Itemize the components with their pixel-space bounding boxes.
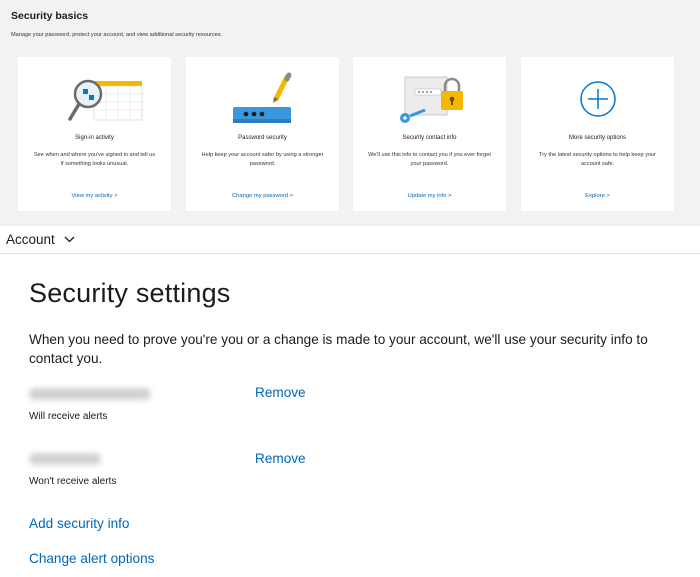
explore-link[interactable]: Explore > bbox=[521, 193, 674, 199]
update-my-info-link[interactable]: Update my info > bbox=[353, 193, 506, 199]
plus-circle-icon bbox=[580, 81, 616, 117]
view-my-activity-link[interactable]: View my activity > bbox=[18, 193, 171, 199]
card-more-security-options: More security options Try the latest sec… bbox=[521, 57, 674, 211]
security-basics-title: Security basics bbox=[11, 10, 89, 22]
card-title: Security contact info bbox=[402, 135, 457, 141]
magnifier-calendar-illustration bbox=[68, 79, 143, 121]
page-title: Security settings bbox=[29, 278, 231, 308]
card-description: Help keep your account safer by using a … bbox=[201, 152, 324, 167]
change-my-password-link[interactable]: Change my password > bbox=[186, 193, 339, 199]
change-alert-options-link[interactable]: Change alert options bbox=[29, 551, 154, 566]
card-title: Password security bbox=[238, 135, 287, 141]
card-description: We'll use this info to contact you if yo… bbox=[368, 152, 491, 167]
password-pen-illustration bbox=[233, 72, 292, 123]
redacted-email bbox=[29, 388, 151, 400]
intro-text: When you need to prove you're you or a c… bbox=[29, 332, 648, 366]
card-password-security: Password security Help keep your account… bbox=[186, 57, 339, 211]
card-title: Sign-in activity bbox=[75, 135, 114, 141]
chevron-down-icon bbox=[64, 236, 75, 243]
security-basics-panel: Security basics Manage your password, pr… bbox=[0, 0, 700, 226]
divider bbox=[0, 253, 700, 254]
remove-email-button[interactable]: Remove bbox=[255, 385, 306, 400]
alert-status-email: Will receive alerts bbox=[29, 411, 108, 422]
card-sign-in-activity: Sign-in activity See when and where you'… bbox=[18, 57, 171, 211]
redacted-phone bbox=[29, 453, 101, 465]
card-description: Try the latest security options to help … bbox=[538, 152, 656, 167]
card-security-contact-info: Security contact info We'll use this inf… bbox=[353, 57, 506, 211]
key-lock-illustration bbox=[400, 76, 463, 123]
alert-status-phone: Won't receive alerts bbox=[29, 476, 117, 487]
security-basics-subtitle: Manage your password, protect your accou… bbox=[11, 32, 223, 38]
card-title: More security options bbox=[568, 135, 627, 141]
card-description: See when and where you've signed in and … bbox=[33, 152, 156, 167]
add-security-info-link[interactable]: Add security info bbox=[29, 516, 130, 531]
account-dropdown[interactable]: Account bbox=[6, 232, 75, 247]
account-label: Account bbox=[6, 232, 55, 247]
remove-phone-button[interactable]: Remove bbox=[255, 451, 306, 466]
